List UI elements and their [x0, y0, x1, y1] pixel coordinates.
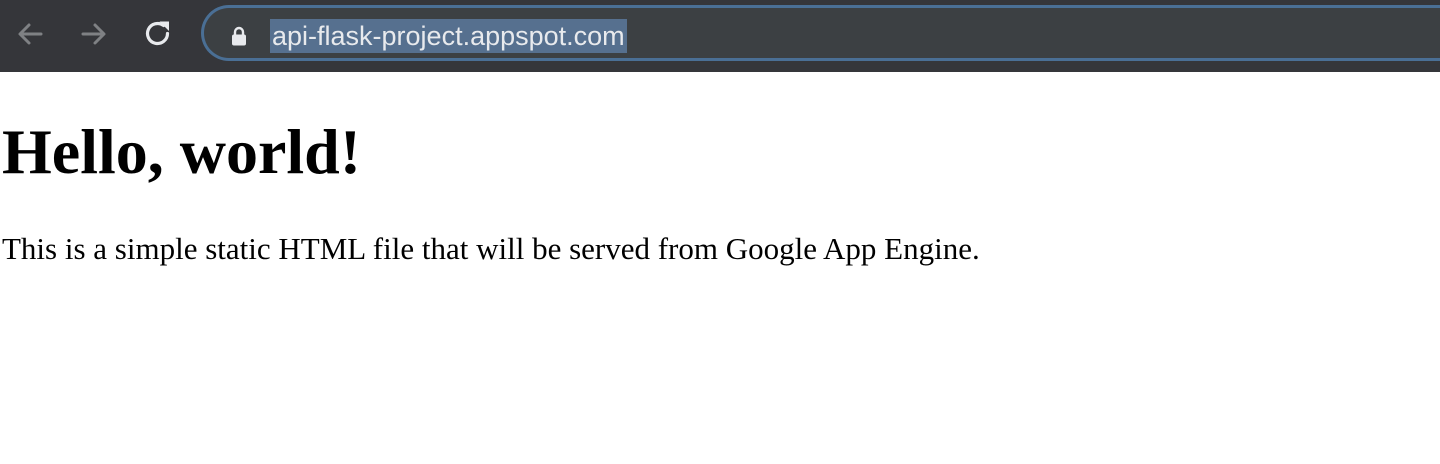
address-bar-url[interactable]: api-flask-project.appspot.com	[270, 19, 627, 53]
reload-icon	[143, 19, 173, 49]
arrow-left-icon	[15, 19, 45, 49]
page-content: Hello, world! This is a simple static HT…	[0, 72, 1440, 464]
lock-icon[interactable]	[231, 26, 247, 46]
address-bar[interactable]: api-flask-project.appspot.com	[201, 5, 1440, 61]
browser-toolbar: api-flask-project.appspot.com	[0, 0, 1440, 72]
forward-button[interactable]	[74, 14, 114, 54]
reload-button[interactable]	[138, 14, 178, 54]
page-paragraph: This is a simple static HTML file that w…	[2, 231, 980, 266]
back-button[interactable]	[10, 14, 50, 54]
page-heading: Hello, world!	[2, 116, 362, 187]
arrow-right-icon	[79, 19, 109, 49]
